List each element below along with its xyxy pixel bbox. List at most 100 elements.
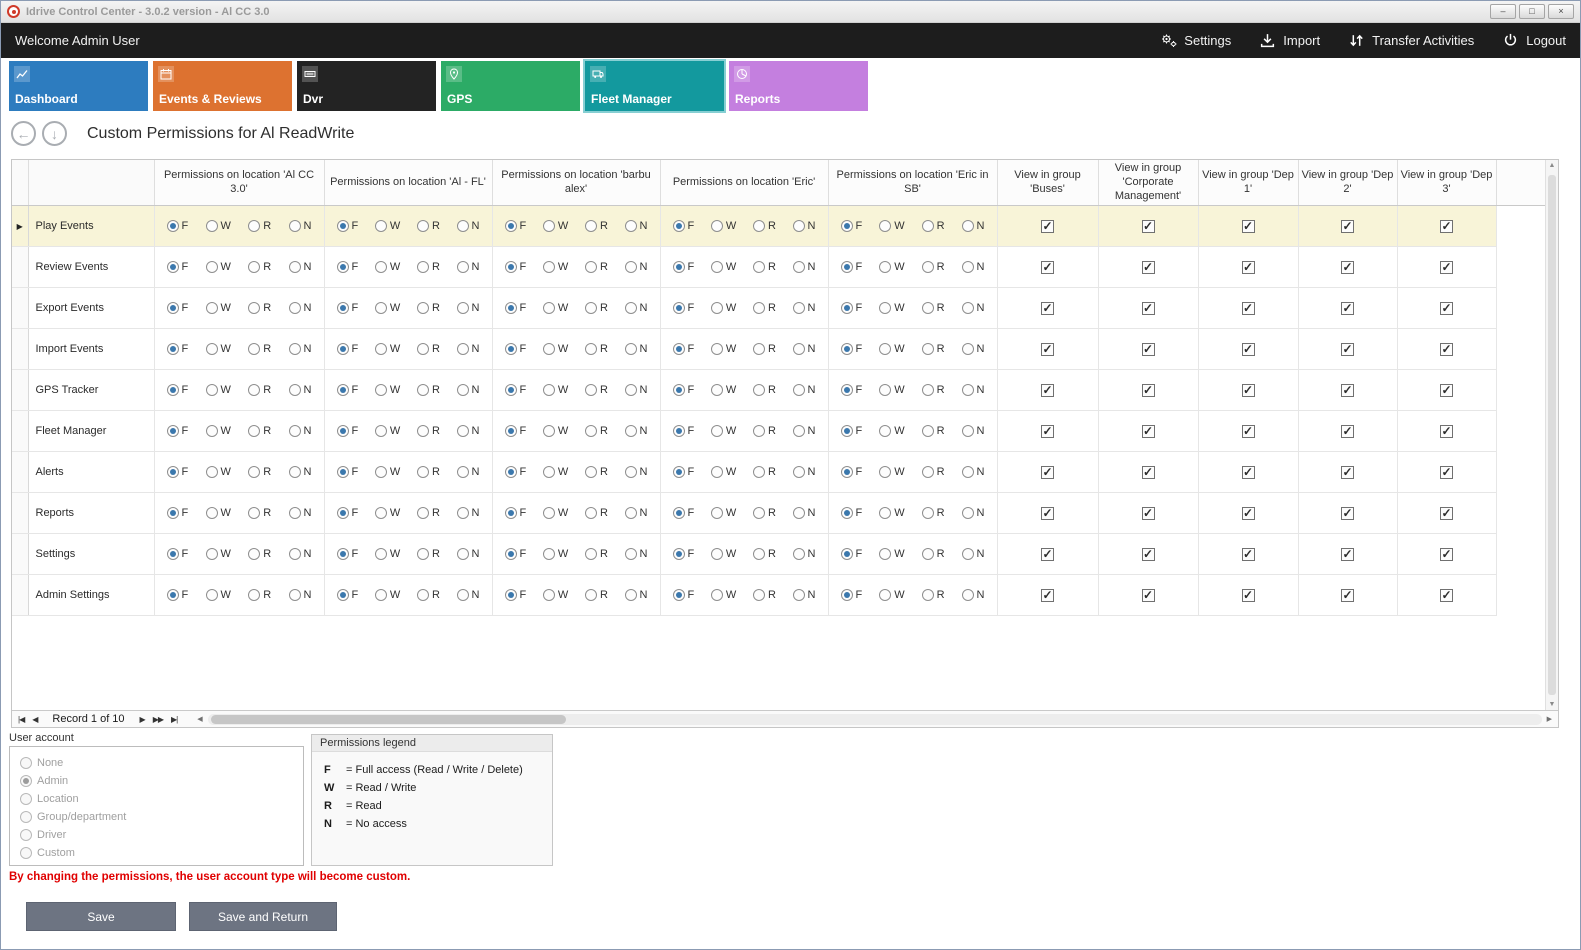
grid-row-play-events[interactable]: ▶Play EventsFWRNFWRNFWRNFWRNFWRN✓✓✓✓✓ <box>12 206 1545 247</box>
account-type-location[interactable]: Location <box>20 790 293 808</box>
permission-radio-F[interactable]: F <box>167 261 189 273</box>
checkbox-checked-icon[interactable]: ✓ <box>1142 425 1155 438</box>
permission-radio-R[interactable]: R <box>585 466 608 478</box>
permission-radio-W[interactable]: W <box>375 261 400 273</box>
permission-radio-W[interactable]: W <box>879 220 904 232</box>
checkbox-checked-icon[interactable]: ✓ <box>1341 220 1354 233</box>
tab-dvr[interactable]: Dvr <box>297 61 436 111</box>
checkbox-checked-icon[interactable]: ✓ <box>1341 261 1354 274</box>
permission-radio-N[interactable]: N <box>457 507 480 519</box>
permission-radio-F[interactable]: F <box>841 589 863 601</box>
grid-row-review-events[interactable]: Review EventsFWRNFWRNFWRNFWRNFWRN✓✓✓✓✓ <box>12 247 1545 288</box>
first-record-button[interactable]: |◀ <box>15 715 27 724</box>
permission-radio-W[interactable]: W <box>879 343 904 355</box>
permission-radio-W[interactable]: W <box>206 589 231 601</box>
permission-radio-N[interactable]: N <box>625 466 648 478</box>
permission-radio-F[interactable]: F <box>673 220 695 232</box>
permission-radio-N[interactable]: N <box>457 466 480 478</box>
save-button[interactable]: Save <box>26 902 176 931</box>
permission-radio-F[interactable]: F <box>337 507 359 519</box>
column-header-group[interactable]: View in group 'Dep 1' <box>1198 160 1298 206</box>
checkbox-checked-icon[interactable]: ✓ <box>1142 507 1155 520</box>
tab-events-reviews[interactable]: Events & Reviews <box>153 61 292 111</box>
checkbox-checked-icon[interactable]: ✓ <box>1440 425 1453 438</box>
permission-radio-N[interactable]: N <box>457 261 480 273</box>
permission-radio-N[interactable]: N <box>289 507 312 519</box>
column-header-group[interactable]: View in group 'Dep 2' <box>1298 160 1397 206</box>
tab-dashboard[interactable]: Dashboard <box>9 61 148 111</box>
permission-radio-R[interactable]: R <box>922 589 945 601</box>
permission-radio-N[interactable]: N <box>793 384 816 396</box>
vertical-scrollbar[interactable]: ▲ ▼ <box>1545 160 1558 710</box>
permission-radio-N[interactable]: N <box>457 384 480 396</box>
permission-radio-W[interactable]: W <box>543 507 568 519</box>
permission-radio-F[interactable]: F <box>167 220 189 232</box>
save-and-return-button[interactable]: Save and Return <box>189 902 337 931</box>
permission-radio-W[interactable]: W <box>543 302 568 314</box>
permission-radio-F[interactable]: F <box>673 261 695 273</box>
permission-radio-F[interactable]: F <box>673 507 695 519</box>
permission-radio-N[interactable]: N <box>793 220 816 232</box>
permission-radio-F[interactable]: F <box>505 302 527 314</box>
permission-radio-R[interactable]: R <box>248 507 271 519</box>
permission-radio-W[interactable]: W <box>543 261 568 273</box>
permission-radio-N[interactable]: N <box>962 343 985 355</box>
permission-radio-R[interactable]: R <box>417 589 440 601</box>
permission-radio-N[interactable]: N <box>962 589 985 601</box>
permission-radio-R[interactable]: R <box>417 425 440 437</box>
checkbox-checked-icon[interactable]: ✓ <box>1142 384 1155 397</box>
grid-row-export-events[interactable]: Export EventsFWRNFWRNFWRNFWRNFWRN✓✓✓✓✓ <box>12 288 1545 329</box>
checkbox-checked-icon[interactable]: ✓ <box>1341 384 1354 397</box>
permission-radio-R[interactable]: R <box>585 302 608 314</box>
permission-radio-N[interactable]: N <box>962 507 985 519</box>
title-bar[interactable]: Idrive Control Center - 3.0.2 version - … <box>1 1 1580 23</box>
permission-radio-W[interactable]: W <box>543 343 568 355</box>
permission-radio-N[interactable]: N <box>289 548 312 560</box>
permission-radio-F[interactable]: F <box>167 466 189 478</box>
grid-row-gps-tracker[interactable]: GPS TrackerFWRNFWRNFWRNFWRNFWRN✓✓✓✓✓ <box>12 370 1545 411</box>
permission-radio-F[interactable]: F <box>167 384 189 396</box>
permission-radio-R[interactable]: R <box>417 302 440 314</box>
checkbox-checked-icon[interactable]: ✓ <box>1440 302 1453 315</box>
permission-radio-N[interactable]: N <box>793 261 816 273</box>
permission-radio-N[interactable]: N <box>625 343 648 355</box>
checkbox-checked-icon[interactable]: ✓ <box>1242 302 1255 315</box>
vertical-scroll-thumb[interactable] <box>1548 175 1556 695</box>
permission-radio-W[interactable]: W <box>879 261 904 273</box>
checkbox-checked-icon[interactable]: ✓ <box>1242 220 1255 233</box>
permission-radio-W[interactable]: W <box>711 261 736 273</box>
checkbox-checked-icon[interactable]: ✓ <box>1142 343 1155 356</box>
permission-radio-W[interactable]: W <box>879 425 904 437</box>
maximize-button[interactable]: □ <box>1519 4 1545 19</box>
permission-radio-R[interactable]: R <box>248 261 271 273</box>
checkbox-checked-icon[interactable]: ✓ <box>1041 343 1054 356</box>
grid-row-fleet-manager[interactable]: Fleet ManagerFWRNFWRNFWRNFWRNFWRN✓✓✓✓✓ <box>12 411 1545 452</box>
permission-radio-F[interactable]: F <box>841 343 863 355</box>
permission-radio-F[interactable]: F <box>673 384 695 396</box>
checkbox-checked-icon[interactable]: ✓ <box>1142 220 1155 233</box>
permission-radio-R[interactable]: R <box>922 548 945 560</box>
permission-radio-N[interactable]: N <box>962 425 985 437</box>
permission-radio-W[interactable]: W <box>711 466 736 478</box>
permission-radio-F[interactable]: F <box>841 548 863 560</box>
permission-radio-N[interactable]: N <box>962 384 985 396</box>
permission-radio-F[interactable]: F <box>337 548 359 560</box>
permission-radio-F[interactable]: F <box>841 507 863 519</box>
permission-radio-N[interactable]: N <box>457 302 480 314</box>
next-record-button[interactable]: ▶ <box>137 715 148 724</box>
checkbox-checked-icon[interactable]: ✓ <box>1440 507 1453 520</box>
permission-radio-R[interactable]: R <box>753 384 776 396</box>
checkbox-checked-icon[interactable]: ✓ <box>1242 589 1255 602</box>
permission-radio-W[interactable]: W <box>543 384 568 396</box>
permission-radio-N[interactable]: N <box>625 302 648 314</box>
permission-radio-R[interactable]: R <box>922 425 945 437</box>
permission-radio-R[interactable]: R <box>248 302 271 314</box>
grid-row-settings[interactable]: SettingsFWRNFWRNFWRNFWRNFWRN✓✓✓✓✓ <box>12 534 1545 575</box>
permission-radio-F[interactable]: F <box>505 589 527 601</box>
permission-radio-W[interactable]: W <box>206 466 231 478</box>
permission-radio-F[interactable]: F <box>337 384 359 396</box>
next-page-button[interactable]: ▶▶ <box>150 715 166 724</box>
permission-radio-N[interactable]: N <box>625 548 648 560</box>
checkbox-checked-icon[interactable]: ✓ <box>1041 548 1054 561</box>
checkbox-checked-icon[interactable]: ✓ <box>1440 548 1453 561</box>
